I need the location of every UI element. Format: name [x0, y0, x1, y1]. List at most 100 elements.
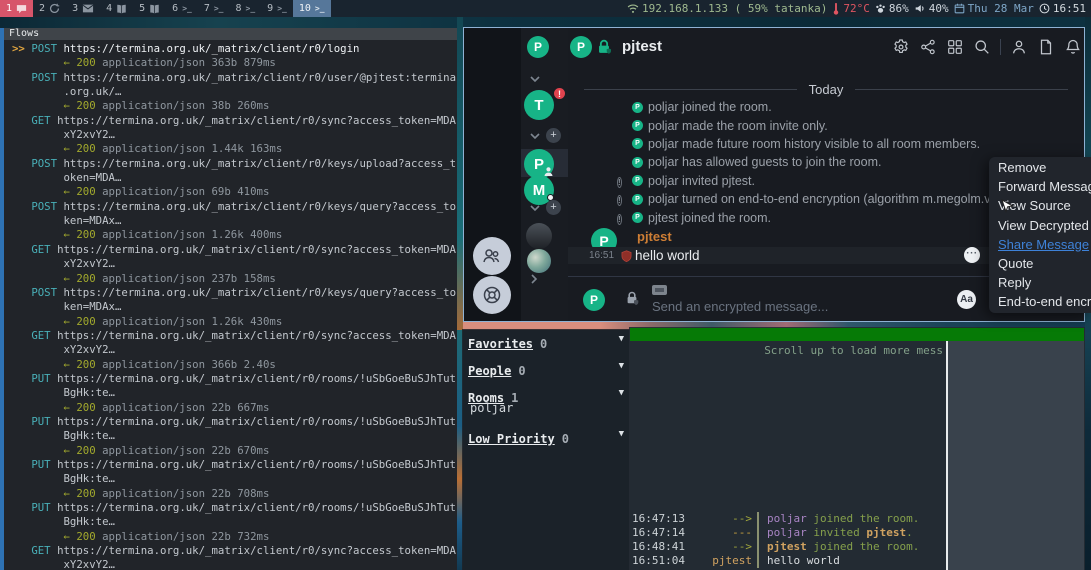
workspace-8[interactable]: 8>_: [230, 0, 262, 17]
flow-line[interactable]: PUT https://termina.org.uk/_matrix/clien…: [12, 415, 457, 429]
flow-line-continuation[interactable]: BgHk:te…: [12, 515, 457, 529]
flow-line-continuation[interactable]: xY2xvY2…: [12, 128, 457, 142]
flow-response-line[interactable]: ← 200 application/json 1.44k 163ms: [12, 142, 457, 156]
chevron-down-icon[interactable]: [529, 203, 541, 213]
volume-label: 40%: [929, 2, 949, 15]
flow-line[interactable]: POST https://termina.org.uk/_matrix/clie…: [12, 157, 457, 171]
flow-response-line[interactable]: ← 200 application/json 22b 670ms: [12, 444, 457, 458]
workspace-10[interactable]: 10>_: [293, 0, 331, 17]
flow-response-line[interactable]: ← 200 application/json 366b 2.40s: [12, 358, 457, 372]
collapse-triangle-icon[interactable]: ▼: [619, 388, 624, 398]
flow-response-line[interactable]: ← 200 application/json 69b 410ms: [12, 185, 457, 199]
workspace-number: 5: [139, 3, 145, 14]
room-item-poljar[interactable]: poljar: [470, 401, 513, 415]
share-icon[interactable]: [919, 38, 937, 56]
flow-line[interactable]: >> POST https://termina.org.uk/_matrix/c…: [12, 42, 457, 56]
event-avatar: P: [632, 194, 643, 205]
menu-item-quote[interactable]: Quote: [998, 254, 1091, 273]
workspace-6[interactable]: 6>_: [166, 0, 198, 17]
flow-line-continuation[interactable]: xY2xvY2…: [12, 558, 457, 570]
flow-line-continuation[interactable]: BgHk:te…: [12, 472, 457, 486]
workspace-2[interactable]: 2: [33, 0, 66, 17]
workspace-list: 12345 6>_7>_8>_9>_10>_: [0, 0, 331, 17]
workspace-3[interactable]: 3: [66, 0, 100, 17]
flow-response-line[interactable]: ← 200 application/json 363b 879ms: [12, 56, 457, 70]
message-options-button[interactable]: ···: [964, 247, 980, 263]
flow-response-line[interactable]: ← 200 application/json 22b 732ms: [12, 530, 457, 544]
flow-line-continuation[interactable]: ken=MDAx…: [12, 214, 457, 228]
workspace-4[interactable]: 4: [100, 0, 133, 17]
room-group-rooms[interactable]: Rooms1▼: [468, 387, 626, 401]
menu-item-reply[interactable]: Reply: [998, 273, 1091, 292]
room-group-low-priority[interactable]: Low Priority0▼: [468, 428, 626, 442]
workspace-7[interactable]: 7>_: [198, 0, 230, 17]
flow-line-continuation[interactable]: BgHk:te…: [12, 386, 457, 400]
chevron-down-icon[interactable]: [529, 74, 541, 84]
people-button[interactable]: [473, 237, 511, 275]
workspace-9[interactable]: 9>_: [261, 0, 293, 17]
flow-response-line[interactable]: ← 200 application/json 237b 158ms: [12, 272, 457, 286]
flow-line[interactable]: POST https://termina.org.uk/_matrix/clie…: [12, 200, 457, 214]
book-icon: [116, 4, 127, 14]
flow-response-line[interactable]: ← 200 application/json 1.26k 430ms: [12, 315, 457, 329]
flow-line[interactable]: PUT https://termina.org.uk/_matrix/clien…: [12, 372, 457, 386]
add-room-button[interactable]: +: [546, 200, 561, 215]
flow-line-continuation[interactable]: BgHk:te…: [12, 429, 457, 443]
notifications-icon[interactable]: [1064, 38, 1082, 56]
flow-line[interactable]: PUT https://termina.org.uk/_matrix/clien…: [12, 458, 457, 472]
flow-line[interactable]: POST https://termina.org.uk/_matrix/clie…: [12, 71, 457, 85]
collapse-triangle-icon[interactable]: ▼: [619, 334, 624, 344]
menu-item-remove[interactable]: Remove: [998, 158, 1091, 177]
room-avatar-t[interactable]: T: [524, 90, 554, 120]
chevron-down-icon[interactable]: [529, 131, 541, 141]
message-body: pjtest joined the room.: [767, 540, 919, 553]
room-group-people[interactable]: People0▼: [468, 360, 626, 374]
flow-line-continuation[interactable]: .org.uk/…: [12, 85, 457, 99]
collapse-triangle-icon[interactable]: ▼: [619, 361, 624, 371]
explore-button[interactable]: [473, 276, 511, 314]
flow-line-continuation[interactable]: xY2xvY2…: [12, 257, 457, 271]
workspace-number: 6: [172, 3, 178, 14]
menu-item-share-message[interactable]: Share Message: [998, 235, 1091, 254]
menu-item-end-to-end-encry[interactable]: End-to-end encry: [998, 292, 1091, 311]
user-avatar[interactable]: P: [527, 36, 549, 58]
flow-line[interactable]: PUT https://termina.org.uk/_matrix/clien…: [12, 501, 457, 515]
flow-response-line[interactable]: ← 200 application/json 22b 708ms: [12, 487, 457, 501]
room-avatar-obelisk[interactable]: [526, 223, 552, 249]
apps-icon[interactable]: [946, 38, 964, 56]
room-avatar[interactable]: P: [570, 36, 592, 58]
menu-item-forward-message[interactable]: Forward Message: [998, 177, 1091, 196]
menu-item-view-decrypted-s[interactable]: View Decrypted S: [998, 216, 1091, 235]
flow-line[interactable]: GET https://termina.org.uk/_matrix/clien…: [12, 243, 457, 257]
message-segment: .: [906, 526, 913, 539]
flow-line[interactable]: GET https://termina.org.uk/_matrix/clien…: [12, 544, 457, 558]
flow-line[interactable]: POST https://termina.org.uk/_matrix/clie…: [12, 286, 457, 300]
flow-response-line[interactable]: ← 200 application/json 38b 260ms: [12, 99, 457, 113]
flow-line[interactable]: GET https://termina.org.uk/_matrix/clien…: [12, 329, 457, 343]
message-input[interactable]: Send an encrypted message...: [652, 299, 828, 314]
chevron-right-icon[interactable]: [529, 273, 539, 285]
members-icon[interactable]: [1010, 38, 1028, 56]
room-avatar-globe[interactable]: [527, 249, 551, 273]
format-button[interactable]: Aa: [957, 290, 976, 309]
flow-response-line[interactable]: ← 200 application/json 22b 667ms: [12, 401, 457, 415]
workspace-5[interactable]: 5: [133, 0, 166, 17]
flow-line-continuation[interactable]: ken=MDAx…: [12, 300, 457, 314]
search-icon[interactable]: [973, 38, 991, 56]
room-group-favorites[interactable]: Favorites0▼: [468, 333, 626, 347]
files-icon[interactable]: [1037, 38, 1055, 56]
workspace-1[interactable]: 1: [0, 0, 33, 17]
add-room-button[interactable]: +: [546, 128, 561, 143]
flow-line[interactable]: GET https://termina.org.uk/_matrix/clien…: [12, 114, 457, 128]
nicklist-separator[interactable]: [946, 341, 948, 570]
volume-status: 40%: [914, 2, 949, 15]
message-time: 16:47:14: [629, 526, 684, 539]
sender-name[interactable]: pjtest: [637, 229, 672, 244]
collapse-triangle-icon[interactable]: ▼: [619, 429, 624, 439]
flow-response-line[interactable]: ← 200 application/json 1.26k 400ms: [12, 228, 457, 242]
warning-icon: !: [617, 177, 622, 188]
markdown-badge-icon[interactable]: [652, 285, 667, 295]
flow-line-continuation[interactable]: xY2xvY2…: [12, 343, 457, 357]
settings-icon[interactable]: [892, 38, 910, 56]
flow-line-continuation[interactable]: oken=MDA…: [12, 171, 457, 185]
